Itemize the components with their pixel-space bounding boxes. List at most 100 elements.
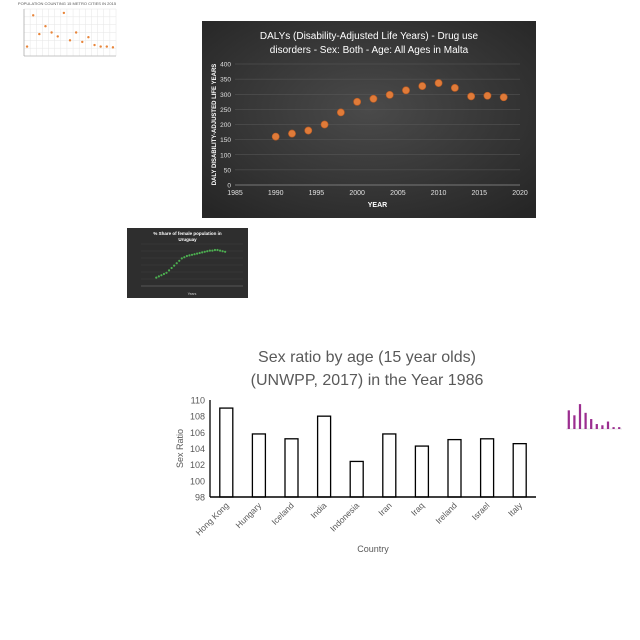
dalys-y-tick-label: 350 [220,77,231,84]
dalys-y-tick-label: 150 [220,137,231,144]
dalys-y-axis-label: DALY DISABILITY-ADJUSTED LIFE YEARS [212,64,218,186]
dalys-data-point [320,120,329,129]
uruguay-data-point [188,254,191,257]
dalys-data-point [336,108,345,117]
uruguay-data-point [208,249,211,252]
dalys-y-tick-label: 300 [220,92,231,99]
dalys-x-tick-label: 2010 [431,190,447,197]
purple-bar [601,425,604,429]
purple-bar [584,412,587,429]
dalys-y-tick-label: 0 [227,183,231,190]
dalys-title: disorders - Sex: Both - Age: All Ages in… [270,45,469,56]
uruguay-data-point [175,262,178,265]
population-point [87,36,90,39]
dalys-x-tick-label: 1995 [309,190,325,197]
uruguay-data-point [203,250,206,253]
sexratio-x-tick-label: Hong Kong [194,500,231,537]
dalys-y-tick-label: 50 [224,167,232,174]
sexratio-y-tick-label: 100 [190,476,205,486]
sexratio-bar [316,415,332,498]
population-chart-svg: POPULATION COUNTING 15 METRO CITIES IN 2… [14,0,120,66]
population-point [111,46,115,49]
sexratio-x-tick-label: Indonesia [328,500,361,533]
population-point [25,45,29,48]
sexratio-title: (UNWPP, 2017) in the Year 1986 [251,372,484,389]
sexratio-bar [512,443,527,498]
uruguay-data-point [167,269,171,272]
population-point [81,40,84,44]
uruguay-data-point [155,276,158,279]
uruguay-data-point [162,272,166,276]
population-point [105,45,109,48]
sexratio-bar [479,438,495,498]
dalys-y-tick-label: 250 [220,107,231,114]
uruguay-data-point [157,275,160,278]
sexratio-y-tick-label: 98 [195,493,205,503]
dalys-y-tick-label: 100 [220,152,231,159]
dalys-x-tick-label: 2015 [471,190,487,197]
dalys-data-point [385,90,394,99]
dalys-data-point [467,92,476,101]
dalys-data-point [499,93,508,102]
sexratio-bar [414,445,430,498]
sexratio-x-tick-label: Hungary [234,500,264,530]
sexratio-x-tick-label: Iraq [409,500,427,518]
uruguay-data-point [190,253,194,256]
uruguay-data-point [196,252,199,255]
sex-ratio-chart-svg: Sex ratio by age (15 year olds) (UNWPP, 2… [175,349,536,554]
dalys-title: DALYs (Disability-Adjusted Life Years) -… [260,31,479,42]
sexratio-x-tick-label: Italy [506,500,525,519]
sexratio-bar [219,407,234,498]
sexratio-bar [447,438,462,498]
dalys-x-tick-label: 1985 [227,190,243,197]
sexratio-y-axis-label: Sex Ratio [175,429,185,468]
dalys-data-point [288,129,296,138]
dalys-data-point [369,94,378,103]
population-point [68,39,72,42]
uruguay-data-point [211,249,214,252]
sexratio-y-tick-label: 106 [190,428,205,438]
population-point [32,14,35,17]
uruguay-data-point [218,249,222,252]
purple-bar [595,424,598,429]
population-point [62,11,66,15]
uruguay-data-point [180,257,183,260]
sexratio-x-tick-label: Israel [470,500,492,522]
purple-bar [606,421,610,429]
uruguay-data-point [221,250,224,253]
sexratio-bar [349,460,364,498]
uruguay-data-point [173,264,176,267]
dalys-x-tick-label: 2005 [390,190,406,197]
uruguay-chart-svg: % Share of female population inUruguay Ye… [127,228,248,298]
sex-ratio-chart: Sex ratio by age (15 year olds) (UNWPP, 2… [170,340,550,565]
dalys-data-point [434,79,443,87]
population-point [74,31,78,34]
sexratio-x-tick-label: Ireland [433,500,459,526]
purple-bar-chart [560,396,624,434]
population-point [38,32,41,36]
sexratio-bar [251,433,267,498]
purple-bar [578,404,582,429]
uruguay-data-point [170,266,173,270]
uruguay-data-point [165,271,168,274]
purple-bar [567,410,570,429]
dalys-y-tick-label: 400 [220,62,231,69]
sexratio-x-tick-label: Iran [376,500,394,518]
uruguay-title: Uruguay [178,237,197,242]
uruguay-title: % Share of female population in [153,231,222,236]
population-title: POPULATION COUNTING 15 METRO CITIES IN 2… [18,1,117,6]
dalys-chart: DALYs (Disability-Adjusted Life Years) -… [202,21,536,218]
sexratio-y-tick-label: 110 [191,396,205,406]
uruguay-data-point [224,250,227,253]
uruguay-data-point [201,251,204,254]
dalys-data-point [271,132,280,141]
sexratio-bar [382,433,397,498]
population-point [93,43,96,47]
sexratio-bar [284,438,299,498]
sexratio-y-tick-label: 104 [190,444,205,454]
purple-bar [618,427,621,429]
uruguay-data-point [183,256,186,259]
uruguay-female-share-chart: % Share of female population in Uruguay Ye… [127,228,248,298]
uruguay-data-point [206,250,209,253]
sexratio-x-axis-label: Country [357,544,389,554]
